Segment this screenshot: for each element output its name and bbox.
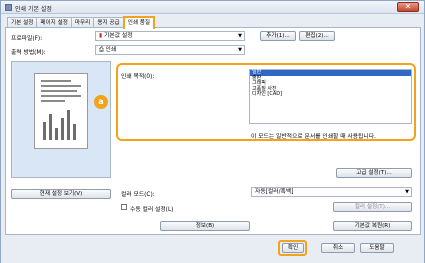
print-icon: ⎙ [99,47,104,53]
profile-label: 프로파일(F): [11,36,43,42]
preview-text-line [41,90,77,92]
preview-chart-bar [49,114,52,140]
window-title: 인쇄 기본 설정 [15,6,52,13]
print-preview [11,61,111,178]
color-mode-value: 자동[컬러/흑백] [255,189,294,195]
edit-profile-button[interactable]: 편집(2)... [299,31,335,41]
print-purpose-label: 인쇄 목적(0): [121,74,155,80]
preview-page [34,73,88,149]
ok-button[interactable]: 확인 [282,243,304,253]
chevron-down-icon: ▼ [238,33,242,39]
chevron-down-icon: ▼ [405,189,409,195]
manual-color-label: 수동 컬러 설정(L) [130,207,174,213]
print-preferences-window: 인쇄 기본 설정 ✕ 기본 설정 페이지 설정 마무리 용지 공급 인쇄 품질 … [0,0,425,263]
preview-text-line [41,85,81,87]
tab-print-quality[interactable]: 인쇄 품질 [122,16,156,29]
title-bar: 인쇄 기본 설정 ✕ [1,1,424,14]
preview-text-line [41,95,81,97]
preview-text-line [41,80,71,82]
profile-select[interactable]: ▮ 기본값 설정 ▼ [95,31,245,41]
output-method-label: 출력 방법(M): [11,50,46,56]
output-method-value: 인쇄 [105,47,117,53]
preview-chart-bar [73,124,76,140]
preview-chart-bar [55,128,58,140]
preview-chart-bar [43,122,46,140]
profile-icon: ▮ [99,33,103,39]
output-method-select[interactable]: ⎙ 인쇄 ▼ [95,45,245,55]
callout-badge: a [94,95,108,109]
printer-icon [5,4,12,11]
close-button[interactable]: ✕ [397,2,419,12]
color-settings-button[interactable]: 컬러 설정(T)... [333,202,412,212]
chevron-down-icon: ▼ [238,47,242,53]
add-profile-button[interactable]: 추가(1)... [260,31,296,41]
view-settings-button[interactable]: 현재 설정 보기(V) [11,189,111,199]
preview-text-line [41,100,65,102]
print-purpose-description: 이 모드는 일반적으로 문서를 인쇄할 때 사용됩니다. [251,134,376,140]
print-purpose-list[interactable]: 일반 출판 그래픽 고품질 사진 디자인 [CAD] [249,69,412,124]
manual-color-checkbox[interactable] [121,204,127,210]
preview-chart-bar [61,118,64,140]
restore-defaults-button[interactable]: 기본값 복원(R) [333,221,412,231]
help-button[interactable]: 도움말 [360,243,394,253]
color-mode-select[interactable]: 자동[컬러/흑백] ▼ [251,187,412,197]
color-mode-label: 컬러 모드(C): [121,192,155,198]
info-button[interactable]: 정보(B) [160,221,250,231]
list-item[interactable]: 디자인 [CAD] [250,91,411,98]
advanced-settings-button[interactable]: 고급 설정(T)... [336,168,412,178]
cancel-button[interactable]: 취소 [321,243,355,253]
profile-value: 기본값 설정 [104,33,133,39]
preview-chart-bar [67,110,70,140]
